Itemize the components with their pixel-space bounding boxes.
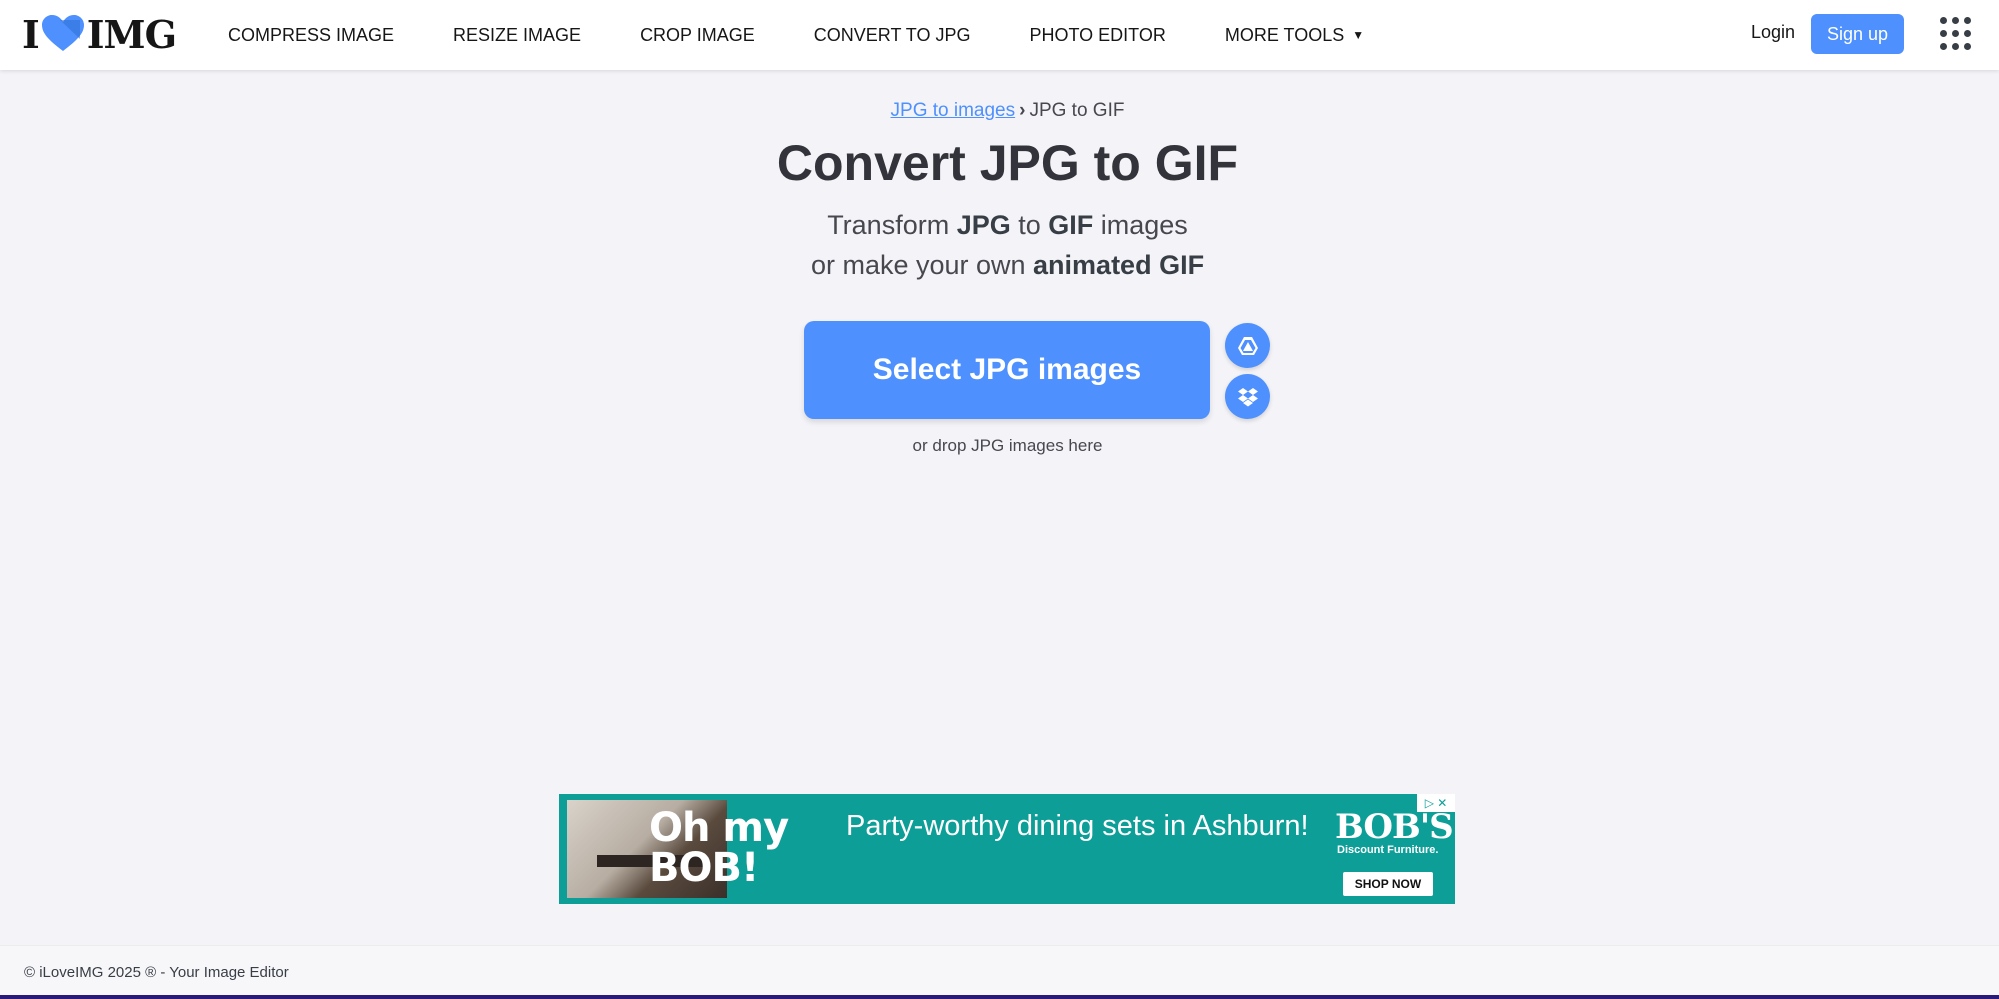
subtitle-bold: animated GIF [1033,250,1205,280]
subtitle-text: Transform [827,210,957,240]
nav-label: MORE TOOLS [1224,24,1345,45]
caret-down-icon: ▼ [1352,28,1365,42]
ad-logo-line-2: BOB! [649,845,759,891]
subtitle-bold: JPG [956,210,1011,240]
apps-grid-icon[interactable] [1940,17,1972,51]
select-images-button[interactable]: Select JPG images [804,321,1210,419]
google-drive-button[interactable] [1225,323,1270,368]
breadcrumb-current: JPG to GIF [1029,100,1125,121]
signup-button[interactable]: Sign up [1811,14,1904,54]
page-title: Convert JPG to GIF [776,135,1239,191]
login-link[interactable]: Login [1751,22,1795,43]
google-drive-icon [1237,336,1258,355]
dropbox-button[interactable] [1225,374,1270,419]
nav-label: RESIZE IMAGE [453,24,582,45]
nav-label: CONVERT TO JPG [813,24,971,45]
subtitle-line-1: Transform JPG to GIF images [0,205,1999,245]
drop-hint: or drop JPG images here [912,436,1103,455]
subtitle-text: images [1093,210,1188,240]
ad-choices-close-icon[interactable]: ▷ ✕ [1417,794,1455,812]
ad-ohmybob-logo: Oh my BOB! [649,805,789,891]
nav-crop-image[interactable]: CROP IMAGE [640,25,755,46]
subtitle-bold: GIF [1048,210,1094,240]
main-nav: COMPRESS IMAGE RESIZE IMAGE CROP IMAGE C… [228,0,1423,70]
ad-brand-logo: BOB'S [1335,807,1454,847]
dropbox-icon [1237,387,1258,406]
footer: © iLoveIMG 2025 ® - Your Image Editor [0,945,1999,995]
nav-resize-image[interactable]: RESIZE IMAGE [453,25,581,46]
ad-logo-line-1: Oh my [649,805,789,851]
top-header: I IMG COMPRESS IMAGE RESIZE IMAGE CROP I… [0,0,1999,70]
footer-copyright: © iLoveIMG 2025 ® - Your Image Editor [24,964,289,981]
nav-label: CROP IMAGE [640,24,755,45]
ilovimg-logo[interactable]: I IMG [22,11,177,57]
logo-letter-i: I [22,11,40,57]
ad-shop-now-button[interactable]: SHOP NOW [1343,872,1433,896]
nav-more-tools[interactable]: MORE TOOLS ▼ [1225,25,1364,46]
nav-label: COMPRESS IMAGE [228,24,395,45]
ad-brand-sub: Discount Furniture. [1337,844,1439,856]
subtitle-line-2: or make your own animated GIF [0,245,1999,285]
subtitle-text: to [1010,210,1049,240]
logo-word-img: IMG [86,11,177,57]
advertisement-banner[interactable]: Oh my BOB! Party-worthy dining sets in A… [559,794,1455,904]
ad-headline: Party-worthy dining sets in Ashburn! [846,810,1309,842]
nav-photo-editor[interactable]: PHOTO EDITOR [1029,25,1165,46]
nav-convert-to-jpg[interactable]: CONVERT TO JPG [814,25,971,46]
bottom-accent-bar [0,995,1999,999]
breadcrumb-parent-link[interactable]: JPG to images [891,100,1016,121]
breadcrumb-separator: › [1019,100,1026,121]
nav-compress-image[interactable]: COMPRESS IMAGE [228,25,394,46]
nav-label: PHOTO EDITOR [1029,24,1166,45]
heart-icon [41,15,84,51]
breadcrumb: JPG to images › JPG to GIF [0,100,1999,122]
subtitle-text: or make your own [810,250,1034,280]
page-subtitle: Transform JPG to GIF images or make your… [0,205,1999,285]
